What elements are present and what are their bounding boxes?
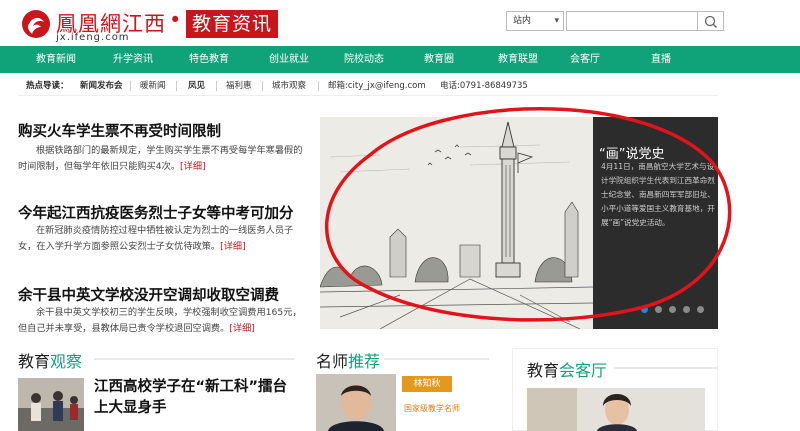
section-title-prefix: 教育 (18, 352, 51, 371)
divider (176, 81, 177, 91)
divider (94, 358, 294, 360)
section-title-highlight: 观察 (50, 352, 83, 371)
slider-dot-4[interactable] (683, 306, 690, 313)
news-summary-3: 余干县中英文学校初三的学生反映，学校强制收空调费用165元，但自己并未享受，县教… (18, 305, 308, 337)
nav-item-campus[interactable]: 院校动态 (324, 46, 404, 73)
news-summary-2: 在新冠肺炎疫情防控过程中牺牲被认定为烈士的一线医务人员子女，在入学升学方面参照公… (18, 223, 308, 255)
nav-item-edu-circle[interactable]: 教育圈 (399, 46, 479, 73)
divider (216, 81, 217, 91)
section-title-highlight: 推荐 (348, 352, 381, 371)
search-button[interactable] (698, 11, 724, 31)
teacher-name-badge[interactable]: 林知秋 (402, 376, 452, 392)
divider (130, 81, 131, 91)
parlor-thumbnail[interactable] (527, 388, 705, 431)
slider-dot-2[interactable] (655, 306, 662, 313)
nav-item-admission[interactable]: 升学资讯 (93, 46, 173, 73)
hot-link-fengjian[interactable]: 凤见 (188, 76, 205, 96)
teacher-portrait-image (316, 374, 396, 431)
search-input[interactable] (566, 11, 698, 31)
teacher-description: 国家级教学名师 (404, 404, 460, 413)
teacher-photo[interactable] (316, 374, 396, 431)
hot-link-press[interactable]: 新闻发布会 (80, 76, 123, 96)
interview-photo-image (527, 388, 705, 431)
divider (262, 81, 263, 91)
search-scope-select[interactable]: 站内 ▾ (506, 11, 564, 31)
hot-link-warm-news[interactable]: 暖新闻 (140, 76, 166, 96)
nav-item-special-edu[interactable]: 特色教育 (169, 46, 249, 73)
news-more-link[interactable]: [详细] (220, 241, 246, 252)
nav-item-career[interactable]: 创业就业 (249, 46, 329, 73)
news-summary-1: 根据铁路部门的最新规定，学生购买学生票不再受每学年寒暑假的时间限制，但每学年依旧… (18, 143, 308, 175)
logo-url: jx.ifeng.com (56, 32, 130, 43)
site-header: 鳳凰網江西 • jx.ifeng.com 教育资讯 站内 ▾ (0, 0, 800, 46)
news-summary-text: 根据铁路部门的最新规定，学生购买学生票不再受每学年寒暑假的时间限制，但每学年依旧… (18, 145, 303, 172)
nav-item-live[interactable]: 直播 (621, 46, 701, 73)
ifeng-logo-icon[interactable] (20, 8, 52, 40)
section-title-teacher[interactable]: 名师推荐 (316, 348, 380, 372)
main-nav: 教育新闻 升学资讯 特色教育 创业就业 院校动态 教育圈 教育联盟 会客厅 直播 (0, 46, 800, 73)
chevron-down-icon: ▾ (554, 16, 559, 26)
section-badge[interactable]: 教育资讯 (186, 10, 279, 38)
news-more-link[interactable]: [详细] (229, 323, 255, 334)
logo-separator: • (169, 8, 182, 32)
divider (384, 358, 489, 360)
contact-phone: 电话:0791-86849735 (440, 81, 528, 91)
observe-headline[interactable]: 江西高校学子在“新工科”擂台上大显身手 (94, 377, 299, 419)
section-title-prefix: 名师 (316, 352, 349, 371)
nav-item-parlor[interactable]: 会客厅 (545, 46, 625, 73)
slide-description: 4月11日，南昌航空大学艺术与设计学院组织学生代表到江西革命烈士纪念堂、南昌新四… (601, 162, 715, 227)
slide-sketch-image[interactable] (320, 117, 593, 329)
news-headline-1[interactable]: 购买火车学生票不再受时间限制 (18, 120, 221, 141)
students-photo-image (18, 378, 84, 431)
slider-dot-5[interactable] (697, 306, 704, 313)
news-more-link[interactable]: [详细] (180, 161, 206, 172)
slider-dot-1[interactable] (641, 306, 648, 313)
hot-link-city[interactable]: 城市观察 (272, 76, 306, 96)
divider (318, 81, 319, 91)
search-scope-value: 站内 (513, 16, 532, 26)
hot-topics-label: 热点导读： (26, 81, 69, 91)
news-headline-3[interactable]: 余干县中英文学校没开空调却收取空调费 (18, 284, 279, 305)
contact-email[interactable]: 邮箱:city_jx@ifeng.com (328, 76, 426, 96)
slider-dot-3[interactable] (669, 306, 676, 313)
news-headline-2[interactable]: 今年起江西抗疫医务烈士子女等中考可加分 (18, 202, 294, 223)
hot-link-welfare[interactable]: 福利惠 (226, 76, 252, 96)
section-title-edu-observe[interactable]: 教育观察 (18, 348, 82, 372)
search-icon (704, 15, 718, 29)
news-summary-text: 余干县中英文学校初三的学生反映，学校强制收空调费用165元，但自己并未享受，县教… (18, 307, 302, 334)
observe-thumbnail[interactable] (18, 378, 84, 431)
hot-topics-bar: 热点导读： 新闻发布会 暖新闻 凤见 福利惠 城市观察 邮箱:city_jx@i… (18, 76, 718, 96)
news-summary-text: 在新冠肺炎疫情防控过程中牺牲被认定为烈士的一线医务人员子女，在入学升学方面参照公… (18, 225, 294, 252)
nav-item-edu-news[interactable]: 教育新闻 (16, 46, 96, 73)
